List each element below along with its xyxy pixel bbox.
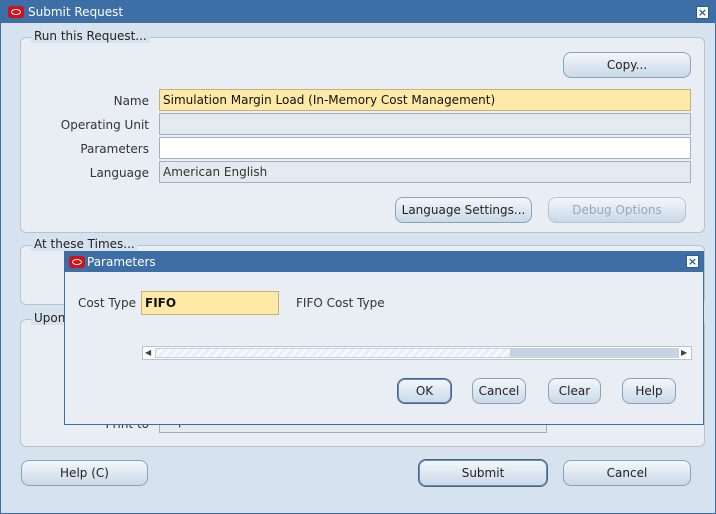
name-label: Name [113,94,149,108]
parameters-label: Parameters [80,142,149,156]
cost-type-label: Cost Type [77,296,136,310]
cost-type-field[interactable]: FIFO [141,291,279,315]
cancel-button[interactable]: Cancel [563,460,691,486]
scroll-right-icon[interactable]: ▶ [681,348,687,358]
close-icon[interactable]: × [696,6,709,19]
scroll-left-icon[interactable]: ◀ [145,348,151,358]
clear-button[interactable]: Clear [548,378,601,404]
operating-unit-label: Operating Unit [60,118,149,132]
horizontal-scrollbar[interactable]: ◀ ▶ [142,346,692,360]
parameters-field[interactable] [159,137,691,159]
language-label: Language [89,166,149,180]
oracle-logo-icon [8,6,24,18]
dialog-close-icon[interactable]: × [686,255,699,268]
window-titlebar: Submit Request × [1,1,715,23]
run-request-heading: Run this Request... [31,29,150,43]
scrollbar-thumb[interactable] [155,348,511,358]
dialog-help-button[interactable]: Help [622,378,676,404]
help-button[interactable]: Help (C) [21,460,148,486]
oracle-logo-icon [69,256,85,268]
copy-button[interactable]: Copy... [563,52,691,78]
name-field[interactable]: Simulation Margin Load (In-Memory Cost M… [159,89,691,111]
parameters-dialog-titlebar: Parameters × [65,252,703,272]
schedule-heading: At these Times... [31,237,138,251]
language-settings-button[interactable]: Language Settings... [395,197,532,223]
operating-unit-field[interactable] [159,113,691,135]
parameters-dialog: Parameters × [64,251,704,425]
upon-completion-heading: Upon [31,311,69,325]
ok-button[interactable]: OK [397,378,452,404]
submit-button[interactable]: Submit [418,459,548,487]
cost-type-description: FIFO Cost Type [296,296,385,310]
parameters-dialog-title: Parameters [87,255,156,269]
window-title: Submit Request [28,5,124,19]
dialog-cancel-button[interactable]: Cancel [472,378,526,404]
scrollbar-track[interactable] [511,348,679,358]
debug-options-button[interactable]: Debug Options [548,197,686,223]
language-field[interactable]: American English [159,161,691,183]
